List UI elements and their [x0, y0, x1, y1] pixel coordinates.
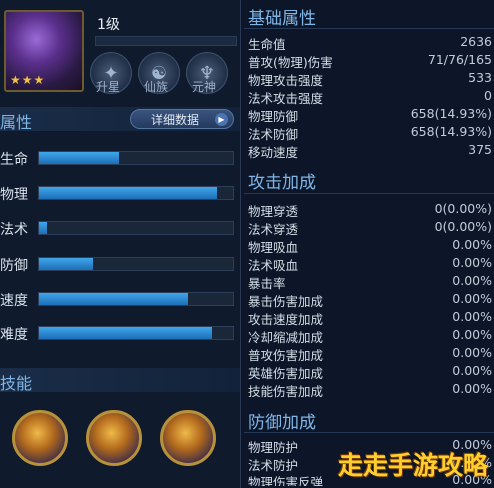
- stat-key: 法术攻击强度: [248, 91, 324, 106]
- stat-value: 0.00%: [452, 273, 492, 288]
- attr-bar-speed: [38, 292, 234, 306]
- stat-value: 0.00%: [452, 237, 492, 252]
- detail-data-button[interactable]: 详细数据 ▶: [130, 109, 234, 129]
- attr-label-defense: 防御: [0, 258, 28, 274]
- stat-value: 533: [468, 70, 492, 85]
- tag-label-race: 仙族: [144, 80, 169, 94]
- stat-row: 移动速度 375: [248, 142, 494, 160]
- tag-label-spirit: 元神: [192, 80, 217, 94]
- hero-portrait[interactable]: ★★★: [4, 10, 84, 92]
- attr-bar-magic: [38, 221, 234, 235]
- stat-row: 物理吸血 0.00%: [248, 237, 494, 255]
- stat-key: 攻击速度加成: [248, 312, 324, 327]
- attr-label-hp: 生命: [0, 152, 28, 168]
- stat-value: 0.00%: [452, 381, 492, 396]
- stat-row: 法术吸血 0.00%: [248, 255, 494, 273]
- stat-value: 2636: [460, 34, 492, 49]
- stat-row: 英雄伤害加成 0.00%: [248, 363, 494, 381]
- stat-value: 0: [484, 88, 492, 103]
- stat-value: 0.00%: [452, 291, 492, 306]
- stat-key: 移动速度: [248, 145, 299, 160]
- stat-row: 法术穿透 0(0.00%): [248, 219, 494, 237]
- tag-label-upgrade: 升星: [96, 80, 121, 94]
- stat-value: 0.00%: [452, 255, 492, 270]
- stat-key: 物理攻击强度: [248, 73, 324, 88]
- base-attributes-title: 基础属性: [248, 9, 316, 29]
- stat-key: 暴击率: [248, 276, 286, 291]
- hero-level: 1级: [97, 17, 120, 33]
- stat-row: 物理穿透 0(0.00%): [248, 201, 494, 219]
- stat-value: 0.00%: [452, 309, 492, 324]
- attr-bar-physical: [38, 186, 234, 200]
- attr-label-physical: 物理: [0, 187, 28, 203]
- stat-key: 法术防御: [248, 127, 299, 142]
- stat-key: 法术吸血: [248, 258, 299, 273]
- stat-value: 658(14.93%): [410, 124, 492, 139]
- stat-key: 普攻伤害加成: [248, 348, 324, 363]
- attr-fill: [39, 187, 218, 199]
- attr-label-difficulty: 难度: [0, 327, 28, 343]
- stat-key: 普攻(物理)伤害: [248, 55, 333, 70]
- attr-bar-defense: [38, 257, 234, 271]
- stat-value: 0.00%: [452, 327, 492, 342]
- skill-1-icon[interactable]: [12, 410, 68, 466]
- attr-fill: [39, 152, 119, 164]
- stat-row: 物理防御 658(14.93%): [248, 106, 494, 124]
- attr-label-speed: 速度: [0, 293, 28, 309]
- stat-row: 物理攻击强度 533: [248, 70, 494, 88]
- stat-value: 658(14.93%): [410, 106, 492, 121]
- skill-2-icon[interactable]: [86, 410, 142, 466]
- stat-row: 法术攻击强度 0: [248, 88, 494, 106]
- stat-value: 0.00%: [452, 345, 492, 360]
- stat-row: 普攻伤害加成 0.00%: [248, 345, 494, 363]
- stat-row: 普攻(物理)伤害 71/76/165: [248, 52, 494, 70]
- divider: [244, 432, 494, 433]
- stat-key: 物理防护: [248, 440, 299, 455]
- attr-bar-difficulty: [38, 326, 234, 340]
- stat-row: 攻击速度加成 0.00%: [248, 309, 494, 327]
- stat-key: 物理防御: [248, 109, 299, 124]
- stat-key: 英雄伤害加成: [248, 366, 324, 381]
- skill-3-icon[interactable]: [160, 410, 216, 466]
- stat-row: 法术防御 658(14.93%): [248, 124, 494, 142]
- watermark-logo: 走走手游攻略: [337, 451, 488, 480]
- stat-row: 暴击伤害加成 0.00%: [248, 291, 494, 309]
- skills-header: [0, 368, 240, 392]
- detail-data-label: 详细数据: [151, 113, 200, 127]
- stat-value: 0(0.00%): [434, 219, 492, 234]
- defense-bonus-title: 防御加成: [248, 413, 316, 433]
- stat-key: 技能伤害加成: [248, 384, 324, 399]
- stat-value: 71/76/165: [427, 52, 492, 67]
- stat-value: 375: [468, 142, 492, 157]
- arrow-right-icon: ▶: [215, 113, 228, 126]
- attr-bar-hp: [38, 151, 234, 165]
- attr-label-magic: 法术: [0, 222, 28, 238]
- stat-key: 物理伤害反弹: [248, 475, 324, 486]
- attr-fill: [39, 222, 47, 234]
- divider: [244, 28, 494, 29]
- divider: [244, 193, 494, 194]
- stat-row: 暴击率 0.00%: [248, 273, 494, 291]
- skills-title: 技能: [0, 374, 33, 393]
- hero-panel: ★★★ 1级 ✦ 升星 ☯ 仙族 ♆ 元神 属性 详细数据 ▶ 生命 物理 法术…: [0, 0, 240, 488]
- stat-value: 0(0.00%): [434, 201, 492, 216]
- stat-row: 生命值 2636: [248, 34, 494, 52]
- stat-row: 技能伤害加成 0.00%: [248, 381, 494, 399]
- stat-key: 生命值: [248, 37, 286, 52]
- attributes-title: 属性: [0, 113, 33, 132]
- stat-row: 冷却缩减加成 0.00%: [248, 327, 494, 345]
- stat-key: 法术穿透: [248, 222, 299, 237]
- attr-fill: [39, 293, 189, 305]
- attr-fill: [39, 327, 212, 339]
- stat-key: 冷却缩减加成: [248, 330, 324, 345]
- attr-fill: [39, 258, 94, 270]
- attack-bonus-title: 攻击加成: [248, 173, 316, 193]
- stat-value: 0.00%: [452, 363, 492, 378]
- star-rating: ★★★: [10, 73, 46, 87]
- stat-key: 物理穿透: [248, 204, 299, 219]
- level-progress-bar: [95, 36, 237, 46]
- stat-key: 物理吸血: [248, 240, 299, 255]
- stat-key: 暴击伤害加成: [248, 294, 324, 309]
